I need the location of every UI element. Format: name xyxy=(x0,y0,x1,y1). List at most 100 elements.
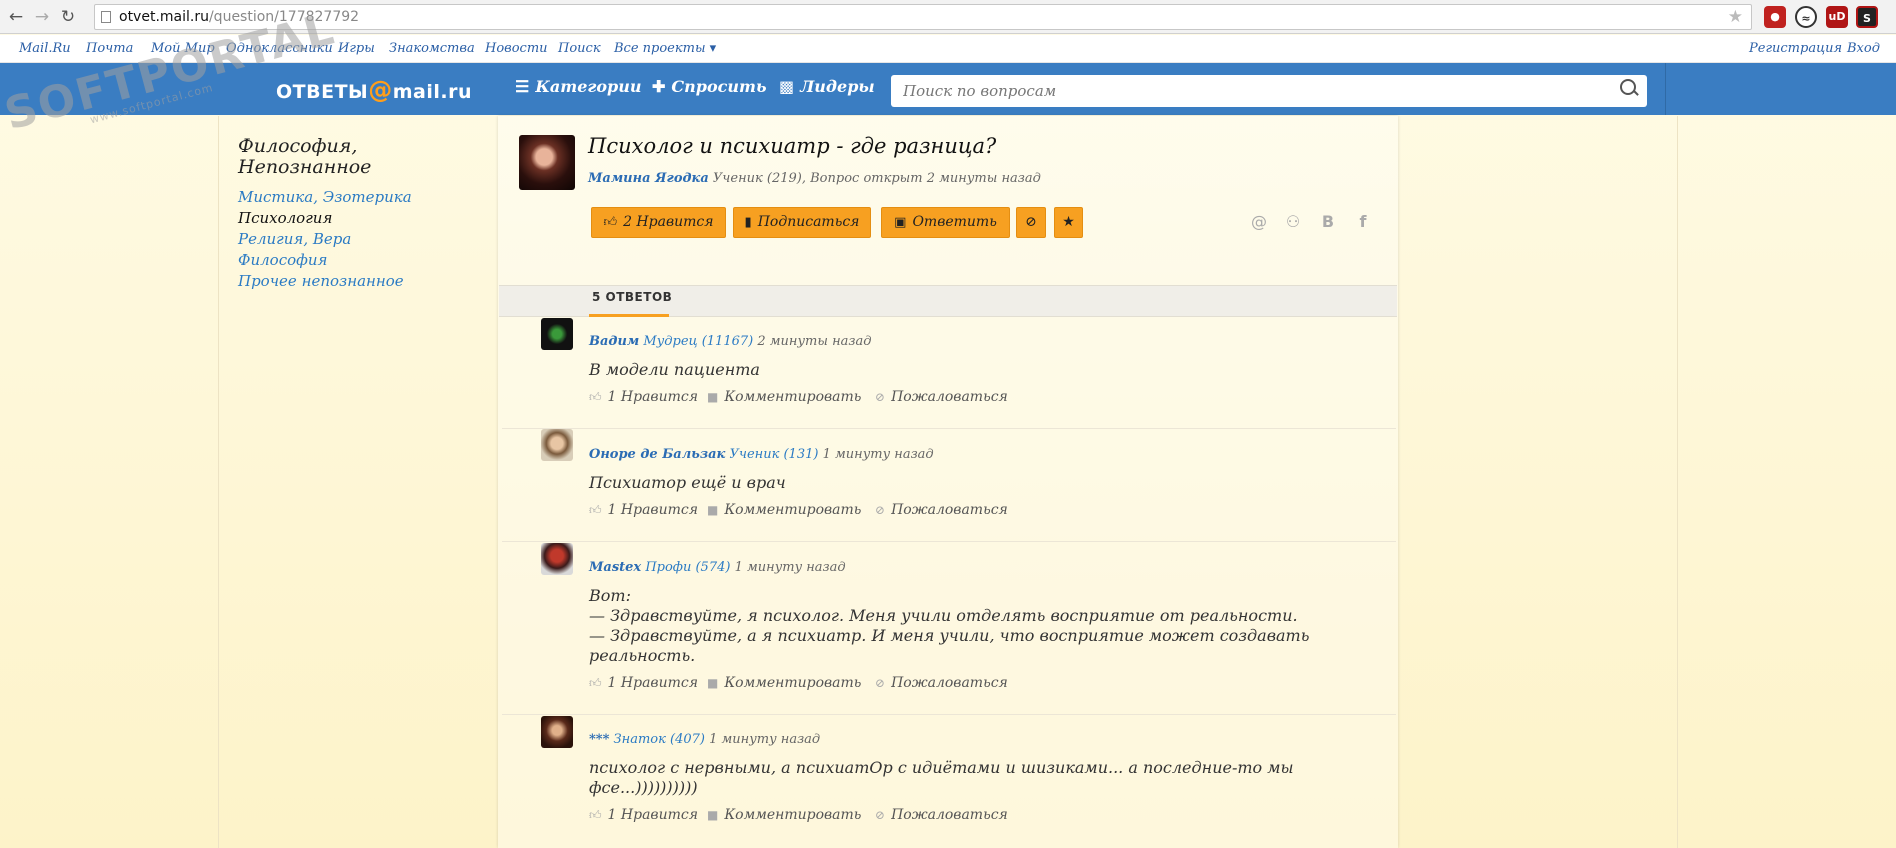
answer-divider xyxy=(502,714,1396,715)
sidebar-item-religion[interactable]: Религия, Вера xyxy=(238,230,351,248)
extension-sync-icon[interactable]: ≈ xyxy=(1795,6,1817,28)
star-button[interactable]: ★ xyxy=(1054,207,1083,238)
search-input[interactable] xyxy=(891,75,1647,107)
answer-comment-label: Комментировать xyxy=(724,389,862,405)
answer-report-button[interactable]: ⊘ Пожаловаться xyxy=(875,389,1008,405)
comment-icon: ■ xyxy=(707,676,719,690)
leaders-link[interactable]: ▩ Лидеры xyxy=(779,77,875,96)
answer-report-button[interactable]: ⊘ Пожаловаться xyxy=(875,675,1008,691)
answer-button[interactable]: ▣ Ответить xyxy=(881,207,1010,238)
answer-meta: Вадим Мудрец (11167) 2 минуты назад xyxy=(589,334,871,349)
login-link[interactable]: Вход xyxy=(1847,41,1880,56)
subscribe-label: Подписаться xyxy=(757,214,860,230)
answer-comment-button[interactable]: ■ Комментировать xyxy=(707,807,861,823)
answer-time: 2 минуты назад xyxy=(757,334,872,349)
answer-meta: Оноре де Бальзак Ученик (131) 1 минуту н… xyxy=(589,447,934,462)
answer-report-label: Пожаловаться xyxy=(891,807,1008,823)
like-button[interactable]: 👍︎ 2 Нравится xyxy=(591,207,726,238)
answer-comment-button[interactable]: ■ Комментировать xyxy=(707,675,861,691)
back-icon[interactable]: ← xyxy=(4,5,28,29)
answer-report-button[interactable]: ⊘ Пожаловаться xyxy=(875,807,1008,823)
extension-adblock-icon[interactable]: ● xyxy=(1764,6,1786,28)
sidebar-item-psychology[interactable]: Психология xyxy=(238,209,332,227)
answer-avatar[interactable] xyxy=(541,429,573,461)
answer-rank: Мудрец (11167) xyxy=(643,334,754,349)
answer-text: Психиатор ещё и врач xyxy=(589,473,786,492)
register-link[interactable]: Регистрация xyxy=(1749,41,1842,56)
portal-link-news[interactable]: Новости xyxy=(485,41,548,56)
answer-time: 1 минуту назад xyxy=(709,732,821,747)
report-icon: ⊘ xyxy=(875,676,886,690)
site-header: ОТВЕТЫ@mail.ru ☰ Категории ✚ Спросить ▩ Лид… xyxy=(0,63,1896,115)
answer-avatar[interactable] xyxy=(541,543,573,575)
subscribe-button[interactable]: ▮ Подписаться xyxy=(733,207,871,238)
answer-like-label: 1 Нравится xyxy=(607,807,698,823)
answer-avatar[interactable] xyxy=(541,716,573,748)
logo-text-right: mail.ru xyxy=(392,81,472,103)
sidebar-item-other[interactable]: Прочее непознанное xyxy=(238,272,404,290)
forward-icon[interactable]: → xyxy=(30,5,54,29)
categories-link[interactable]: ☰ Категории xyxy=(515,77,642,96)
extension-ublock-icon[interactable]: uD xyxy=(1826,6,1848,28)
answer-comment-label: Комментировать xyxy=(724,502,862,518)
answer-author-link[interactable]: Mastex xyxy=(589,560,641,575)
leaders-label: Лидеры xyxy=(800,77,875,96)
share-ok-icon[interactable]: ⚇ xyxy=(1284,212,1302,232)
search-icon[interactable] xyxy=(1620,79,1636,95)
answer-comment-label: Комментировать xyxy=(724,675,862,691)
answer-author-link[interactable]: *** xyxy=(589,732,609,747)
thumbs-up-icon: 👍︎ xyxy=(603,215,618,230)
answer-avatar[interactable] xyxy=(541,318,573,350)
address-bar[interactable]: otvet.mail.ru/question/177827792 ★ xyxy=(94,4,1752,30)
answers-count-tab[interactable]: 5 ОТВЕТОВ xyxy=(592,290,672,304)
share-facebook-icon[interactable]: f xyxy=(1354,212,1372,232)
page-icon xyxy=(101,11,111,23)
portal-link-dating[interactable]: Знакомства xyxy=(389,41,475,56)
answer-comment-button[interactable]: ■ Комментировать xyxy=(707,502,861,518)
list-icon: ☰ xyxy=(515,77,530,96)
report-icon: ⊘ xyxy=(875,390,886,404)
answer-author-link[interactable]: Оноре де Бальзак xyxy=(589,447,725,462)
extension-s-icon[interactable]: S xyxy=(1856,6,1878,28)
portal-link-mailru[interactable]: Mail.Ru xyxy=(19,41,71,56)
answer-report-label: Пожаловаться xyxy=(891,502,1008,518)
answer-like-button[interactable]: 👍︎ 1 Нравится xyxy=(589,502,698,518)
thumbs-up-icon: 👍︎ xyxy=(589,503,602,517)
comment-icon: ■ xyxy=(707,390,719,404)
answer-like-button[interactable]: 👍︎ 1 Нравится xyxy=(589,807,698,823)
answer-report-button[interactable]: ⊘ Пожаловаться xyxy=(875,502,1008,518)
sidebar-item-mysticism[interactable]: Мистика, Эзотерика xyxy=(238,188,412,206)
sidebar-item-philosophy[interactable]: Философия xyxy=(238,251,327,269)
bookmark-star-icon[interactable]: ★ xyxy=(1728,5,1743,29)
logo-text-left: ОТВЕТЫ xyxy=(276,81,369,103)
portal-link-games[interactable]: Игры xyxy=(338,41,375,56)
category-title: Философия, Непознанное xyxy=(238,135,372,178)
categories-label: Категории xyxy=(535,77,642,96)
answer-rank: Знаток (407) xyxy=(613,732,705,747)
question-title: Психолог и психиатр - где разница? xyxy=(588,134,997,158)
reload-icon[interactable]: ↻ xyxy=(56,5,80,29)
site-logo[interactable]: ОТВЕТЫ@mail.ru xyxy=(276,76,472,104)
answer-like-button[interactable]: 👍︎ 1 Нравится xyxy=(589,389,698,405)
answer-time: 1 минуту назад xyxy=(734,560,846,575)
answer-like-label: 1 Нравится xyxy=(607,675,698,691)
share-vk-icon[interactable]: B xyxy=(1319,212,1337,232)
answer-like-button[interactable]: 👍︎ 1 Нравится xyxy=(589,675,698,691)
ask-link[interactable]: ✚ Спросить xyxy=(652,77,767,96)
answer-meta: Mastex Профи (574) 1 минуту назад xyxy=(589,560,846,575)
answer-author-link[interactable]: Вадим xyxy=(589,334,639,349)
question-author-avatar[interactable] xyxy=(519,135,575,190)
question-author-link[interactable]: Мамина Ягодка xyxy=(588,171,709,186)
star-icon: ★ xyxy=(1062,214,1075,230)
answer-comment-button[interactable]: ■ Комментировать xyxy=(707,389,861,405)
portal-link-all-projects[interactable]: Все проекты ▾ xyxy=(614,41,716,56)
report-icon: ⊘ xyxy=(875,808,886,822)
share-mail-icon[interactable]: @ xyxy=(1250,212,1268,232)
portal-link-search[interactable]: Поиск xyxy=(558,41,601,56)
answer-report-label: Пожаловаться xyxy=(891,675,1008,691)
header-divider xyxy=(1665,63,1666,115)
answer-report-label: Пожаловаться xyxy=(891,389,1008,405)
answer-meta: *** Знаток (407) 1 минуту назад xyxy=(589,732,820,747)
block-button[interactable]: ⊘ xyxy=(1016,207,1046,238)
portal-link-mail[interactable]: Почта xyxy=(86,41,133,56)
